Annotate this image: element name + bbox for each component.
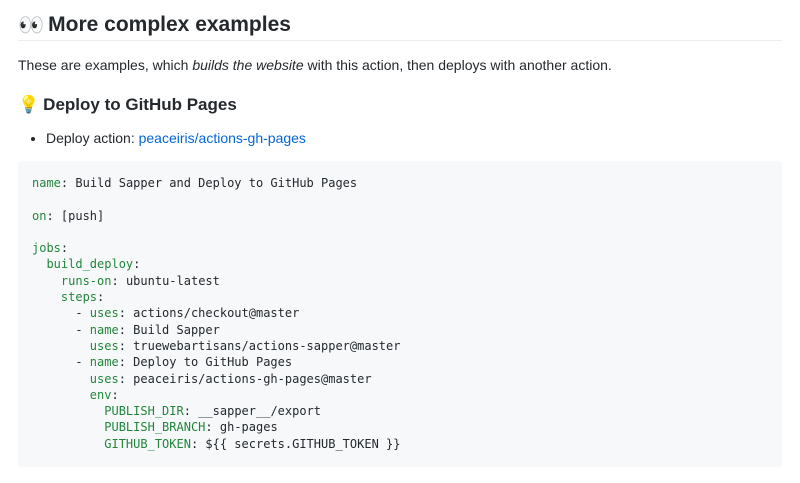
code-value: actions/checkout@master <box>125 306 300 321</box>
code-key: steps <box>60 290 98 305</box>
code-line: uses: truewebartisans/actions-sapper@mas… <box>32 338 768 354</box>
code-key: name <box>32 176 61 190</box>
subsection-heading-text: Deploy to GitHub Pages <box>43 95 237 114</box>
light-bulb-icon: 💡 <box>18 95 40 115</box>
code-key: uses <box>89 306 119 321</box>
code-key: PUBLISH_BRANCH <box>104 420 206 435</box>
code-line: runs-on: ubuntu-latest <box>32 273 768 289</box>
code-line: build_deploy: <box>32 256 768 272</box>
code-key: runs-on <box>60 273 112 288</box>
code-value: __sapper__/export <box>190 404 322 419</box>
intro-text-before: These are examples, which <box>18 57 193 73</box>
code-line: PUBLISH_DIR: __sapper__/export <box>32 403 768 419</box>
code-value: truewebartisans/actions-sapper@master <box>125 338 401 353</box>
code-line: on: [push] <box>32 208 105 223</box>
list-item-label: Deploy action: <box>46 130 139 146</box>
code-key: env <box>89 387 112 402</box>
code-key: build_deploy <box>46 257 134 272</box>
code-value: peaceiris/actions-gh-pages@master <box>125 371 372 386</box>
code-key: name <box>89 355 119 370</box>
section-heading: 👀 More complex examples <box>18 0 782 41</box>
list-item: Deploy action: peaceiris/actions-gh-page… <box>46 128 306 148</box>
code-key: GITHUB_TOKEN <box>104 436 191 451</box>
code-key: uses <box>89 338 119 353</box>
code-value: ${{ secrets.GITHUB_TOKEN }} <box>198 436 401 451</box>
code-block: name: Build Sapper and Deploy to GitHub … <box>18 161 782 467</box>
code-value: Build Sapper <box>125 322 220 337</box>
code-value: Deploy to GitHub Pages <box>125 355 293 370</box>
code-key: name <box>89 322 119 337</box>
code-value: [push] <box>53 208 105 223</box>
subsection-heading: 💡 Deploy to GitHub Pages <box>18 94 237 116</box>
code-indent: - <box>32 322 90 337</box>
section-heading-text: More complex examples <box>48 12 291 36</box>
deploy-action-link[interactable]: peaceiris/actions-gh-pages <box>139 130 306 146</box>
intro-emphasis: builds the website <box>192 57 304 73</box>
intro-paragraph: These are examples, which builds the web… <box>18 56 612 74</box>
code-key: PUBLISH_DIR <box>104 404 184 419</box>
code-key: uses <box>89 371 119 386</box>
code-indent: - <box>32 355 90 370</box>
code-value: gh-pages <box>212 420 278 435</box>
eyes-icon: 👀 <box>18 12 45 37</box>
code-line: GITHUB_TOKEN: ${{ secrets.GITHUB_TOKEN }… <box>32 436 768 452</box>
code-line: env: <box>32 387 768 403</box>
code-key: jobs <box>32 241 61 256</box>
code-line: - name: Build Sapper <box>32 322 220 337</box>
code-line: PUBLISH_BRANCH: gh-pages <box>32 419 768 435</box>
code-indent: - <box>32 306 90 321</box>
intro-text-after: with this action, then deploys with anot… <box>303 57 612 73</box>
code-line: name: Build Sapper and Deploy to GitHub … <box>32 176 358 190</box>
code-line: - uses: actions/checkout@master <box>32 306 300 321</box>
code-line: steps: <box>32 289 768 305</box>
code-value: ubuntu-latest <box>118 273 220 288</box>
code-content: name: Build Sapper and Deploy to GitHub … <box>32 175 768 452</box>
code-line: jobs: <box>32 241 69 256</box>
code-line: - name: Deploy to GitHub Pages <box>32 355 293 370</box>
code-value: Build Sapper and Deploy to GitHub Pages <box>68 176 358 190</box>
bullet-list: Deploy action: peaceiris/actions-gh-page… <box>18 128 306 148</box>
code-key: on <box>32 208 47 223</box>
markdown-body: 👀 More complex examples These are exampl… <box>18 0 782 467</box>
code-line: uses: peaceiris/actions-gh-pages@master <box>32 371 768 387</box>
